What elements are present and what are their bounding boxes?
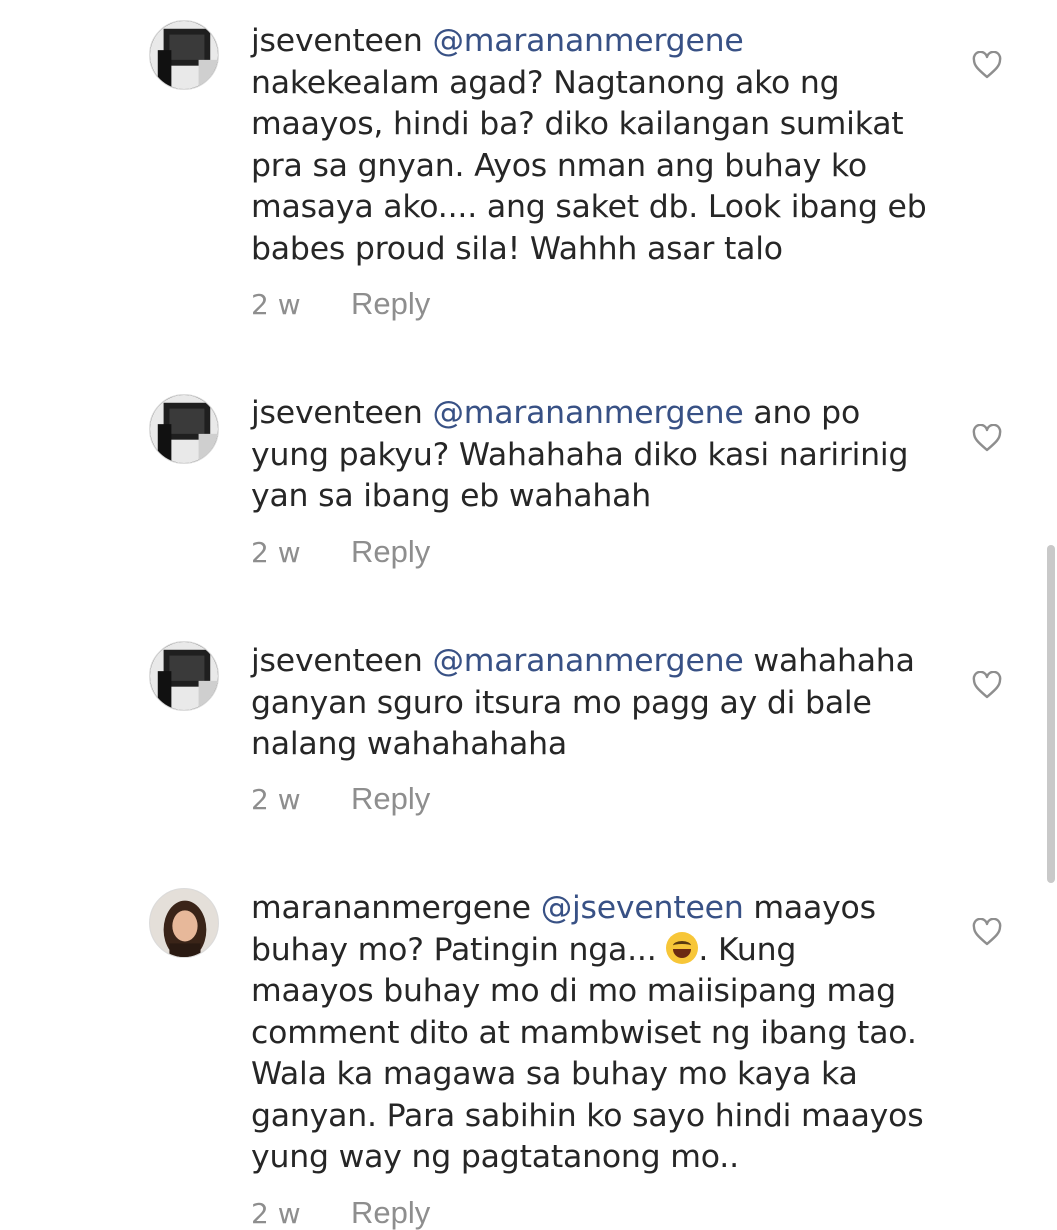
- comment-line: nakekealam agad? Nagtanong ako ng: [251, 64, 840, 101]
- comment-username[interactable]: marananmergene: [251, 890, 531, 926]
- comment-line: maayos, hindi ba? diko kailangan sumikat: [251, 106, 904, 142]
- comment-line: yung pakyu? Wahahaha diko kasi naririnig: [251, 436, 909, 473]
- comment-line: nalang wahahahaha: [251, 726, 568, 762]
- avatar[interactable]: [149, 641, 219, 711]
- comment-meta: 2 w Reply: [251, 781, 430, 817]
- comment-username[interactable]: jseventeen: [251, 23, 423, 59]
- comment-username[interactable]: jseventeen: [251, 643, 423, 679]
- comment-line: Wala ka magawa sa buhay mo kaya ka: [251, 1056, 858, 1092]
- comment-line: pra sa gnyan. Ayos nman ang buhay ko: [251, 147, 867, 184]
- heart-outline-icon[interactable]: [972, 424, 1002, 452]
- comment-text: jseventeen @marananmergene wahahaha gany…: [251, 641, 951, 766]
- reply-button[interactable]: Reply: [351, 286, 430, 322]
- comment-line: ganyan sguro itsura mo pagg ay di bale: [251, 684, 872, 721]
- avatar[interactable]: [149, 20, 219, 90]
- comment-line: yan sa ibang eb wahahah: [251, 478, 652, 514]
- heart-outline-icon[interactable]: [972, 51, 1002, 79]
- comment-mention[interactable]: @jseventeen: [541, 890, 744, 926]
- comment-time: 2 w: [251, 535, 301, 569]
- comment-text: jseventeen @marananmergene ano po yung p…: [251, 393, 951, 518]
- comment-mention[interactable]: @marananmergene: [432, 23, 743, 59]
- comment-meta: 2 w Reply: [251, 534, 430, 570]
- reply-button[interactable]: Reply: [351, 534, 430, 570]
- avatar[interactable]: [149, 394, 219, 464]
- comment-line: masaya ako.... ang saket db. Look ibang …: [251, 189, 927, 225]
- comment-time: 2 w: [251, 1196, 301, 1230]
- comment-line: wahahaha: [743, 643, 915, 679]
- heart-outline-icon[interactable]: [972, 671, 1002, 699]
- comment-username[interactable]: jseventeen: [251, 395, 423, 431]
- reply-button[interactable]: Reply: [351, 781, 430, 817]
- comment-text: jseventeen @marananmergene nakekealam ag…: [251, 21, 951, 270]
- face-with-tears-of-joy-icon: [666, 931, 699, 964]
- comment-time: 2 w: [251, 782, 301, 816]
- comment-line: maayos buhay mo di mo maiisipang mag: [251, 973, 896, 1009]
- comment-line: babes proud sila! Wahhh asar talo: [251, 230, 783, 267]
- comment-text: marananmergene @jseventeen maayos buhay …: [251, 888, 951, 1179]
- comment-line: maayos: [743, 890, 876, 926]
- comment-line: comment dito at mambwiset ng ibang tao.: [251, 1014, 917, 1051]
- avatar[interactable]: [149, 888, 219, 958]
- comment-line: ano po: [743, 395, 861, 431]
- heart-outline-icon[interactable]: [972, 918, 1002, 946]
- comment-meta: 2 w Reply: [251, 1195, 430, 1230]
- comment-mention[interactable]: @marananmergene: [432, 395, 743, 431]
- comment-time: 2 w: [251, 287, 301, 321]
- scrollbar[interactable]: [1047, 545, 1055, 883]
- reply-button[interactable]: Reply: [351, 1195, 430, 1230]
- comment-mention[interactable]: @marananmergene: [432, 643, 743, 679]
- comment-meta: 2 w Reply: [251, 286, 430, 322]
- comment-line: buhay mo? Patingin nga...: [251, 931, 667, 968]
- comment-line: yung way ng pagtatanong mo..: [251, 1139, 739, 1175]
- comment-line: ganyan. Para sabihin ko sayo hindi maayo…: [251, 1097, 924, 1134]
- comment-line: . Kung: [698, 931, 797, 968]
